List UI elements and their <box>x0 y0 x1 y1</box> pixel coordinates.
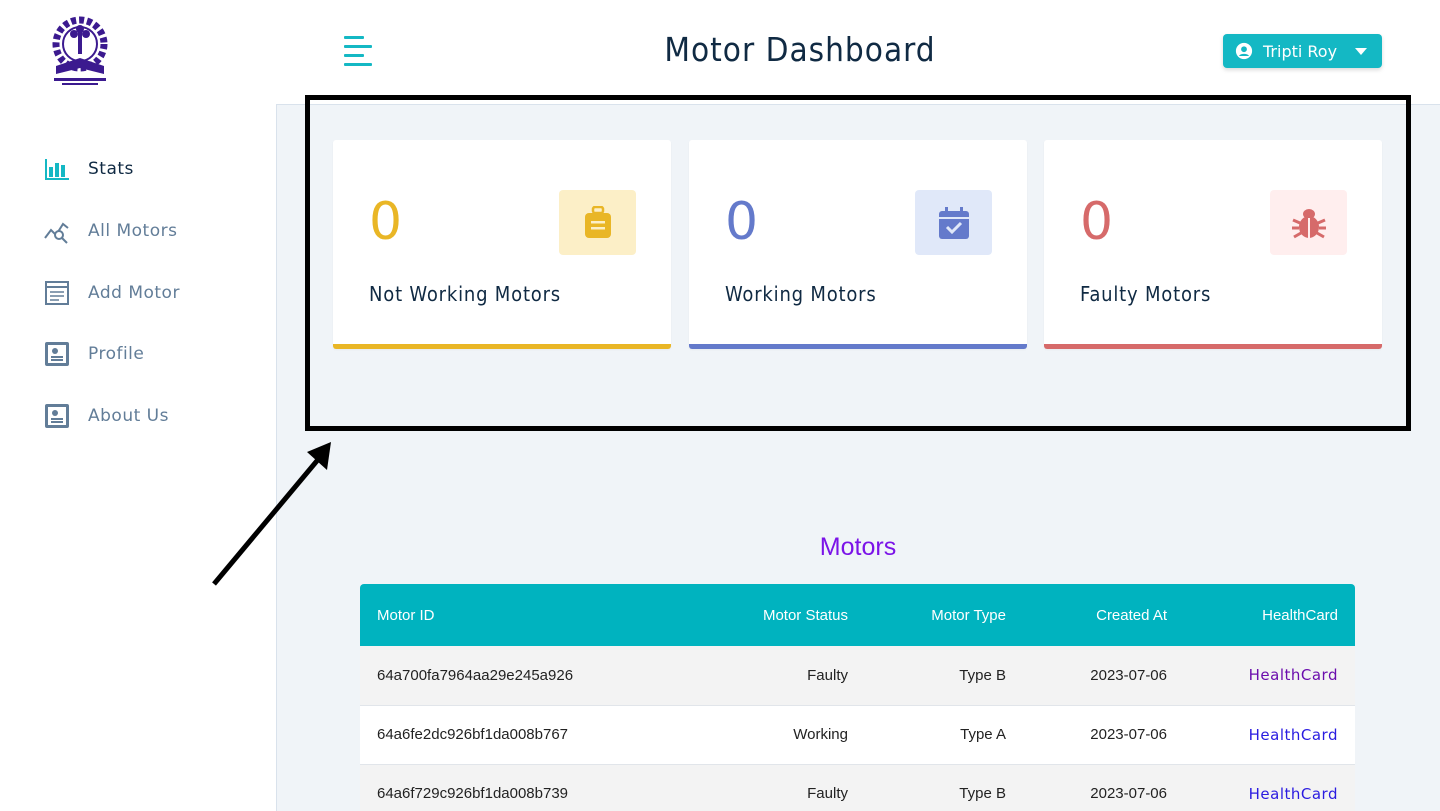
profile-card-icon <box>45 404 69 428</box>
motors-heading: Motors <box>819 533 897 561</box>
line-chart-search-icon <box>44 222 69 244</box>
healthcard-link[interactable]: HealthCard <box>1249 726 1338 744</box>
bug-icon <box>1291 208 1326 238</box>
stat-count: 0 <box>369 192 403 252</box>
sidebar-item-label: Profile <box>88 344 145 364</box>
cell-motor-status: Faulty <box>807 785 848 802</box>
cell-motor-id: 64a6f729c926bf1da008b739 <box>377 785 569 802</box>
sidebar-item-stats[interactable]: Stats <box>44 156 134 182</box>
stat-count: 0 <box>1080 192 1114 252</box>
stat-accent-bar <box>333 344 671 349</box>
institute-logo <box>52 16 108 85</box>
sidebar-toggle-button[interactable] <box>344 36 372 66</box>
cell-motor-type: Type A <box>960 726 1006 743</box>
table-row: 64a6fe2dc926bf1da008b767 Working Type A … <box>360 705 1355 764</box>
stat-card-faulty: 0 Faulty Motors <box>1044 140 1382 349</box>
bar-chart-icon <box>45 159 69 180</box>
user-menu-button[interactable]: Tripti Roy <box>1223 34 1382 68</box>
sidebar-item-label: All Motors <box>88 221 178 241</box>
sidebar-item-profile[interactable]: Profile <box>44 341 144 367</box>
sidebar-item-about-us[interactable]: About Us <box>44 403 169 429</box>
profile-card-icon <box>45 342 69 366</box>
stat-card-not-working: 0 Not Working Motors <box>333 140 671 349</box>
healthcard-link[interactable]: HealthCard <box>1249 785 1338 803</box>
sidebar: Stats All Motors Add Motor Profile About… <box>0 104 276 811</box>
suitcase-icon <box>584 205 611 238</box>
sidebar-item-label: About Us <box>88 406 169 426</box>
column-header-healthcard: HealthCard <box>1262 606 1338 624</box>
user-name: Tripti Roy <box>1263 41 1338 61</box>
cell-created-at: 2023-07-06 <box>1090 726 1167 743</box>
stat-icon-box <box>915 190 992 255</box>
cell-motor-id: 64a6fe2dc926bf1da008b767 <box>377 726 569 743</box>
column-header-motor-status: Motor Status <box>762 606 848 624</box>
sidebar-item-all-motors[interactable]: All Motors <box>44 218 177 244</box>
user-circle-icon <box>1235 42 1253 60</box>
sidebar-item-label: Add Motor <box>88 283 180 303</box>
sidebar-item-add-motor[interactable]: Add Motor <box>44 280 180 306</box>
form-icon <box>45 281 69 305</box>
stat-accent-bar <box>1044 344 1382 349</box>
cell-created-at: 2023-07-06 <box>1090 666 1167 684</box>
stat-icon-box <box>1270 190 1347 255</box>
cell-created-at: 2023-07-06 <box>1090 785 1167 802</box>
stat-card-working: 0 Working Motors <box>689 140 1027 349</box>
stat-count: 0 <box>725 192 759 252</box>
table-row: 64a700fa7964aa29e245a926 Faulty Type B 2… <box>360 646 1355 705</box>
calendar-check-icon <box>938 206 969 239</box>
cell-motor-status: Working <box>793 726 848 743</box>
stat-accent-bar <box>689 344 1027 349</box>
cell-motor-id: 64a700fa7964aa29e245a926 <box>377 666 574 684</box>
healthcard-link[interactable]: HealthCard <box>1249 666 1338 684</box>
chevron-down-icon <box>1355 47 1368 55</box>
sidebar-item-label: Stats <box>88 159 134 179</box>
stat-icon-box <box>559 190 636 255</box>
column-header-created-at: Created At <box>1096 606 1167 624</box>
cell-motor-type: Type B <box>959 785 1006 802</box>
motors-table: Motor ID Motor Status Motor Type Created… <box>360 584 1355 811</box>
table-header-row: Motor ID Motor Status Motor Type Created… <box>360 584 1355 646</box>
cell-motor-type: Type B <box>959 666 1006 684</box>
cell-motor-status: Faulty <box>807 666 848 684</box>
stat-label: Not Working Motors <box>369 282 561 306</box>
column-header-motor-type: Motor Type <box>931 606 1006 624</box>
table-row: 64a6f729c926bf1da008b739 Faulty Type B 2… <box>360 764 1355 811</box>
stat-label: Faulty Motors <box>1080 282 1212 306</box>
page-title: Motor Dashboard <box>664 30 936 69</box>
column-header-motor-id: Motor ID <box>377 606 435 624</box>
stat-label: Working Motors <box>725 282 877 306</box>
